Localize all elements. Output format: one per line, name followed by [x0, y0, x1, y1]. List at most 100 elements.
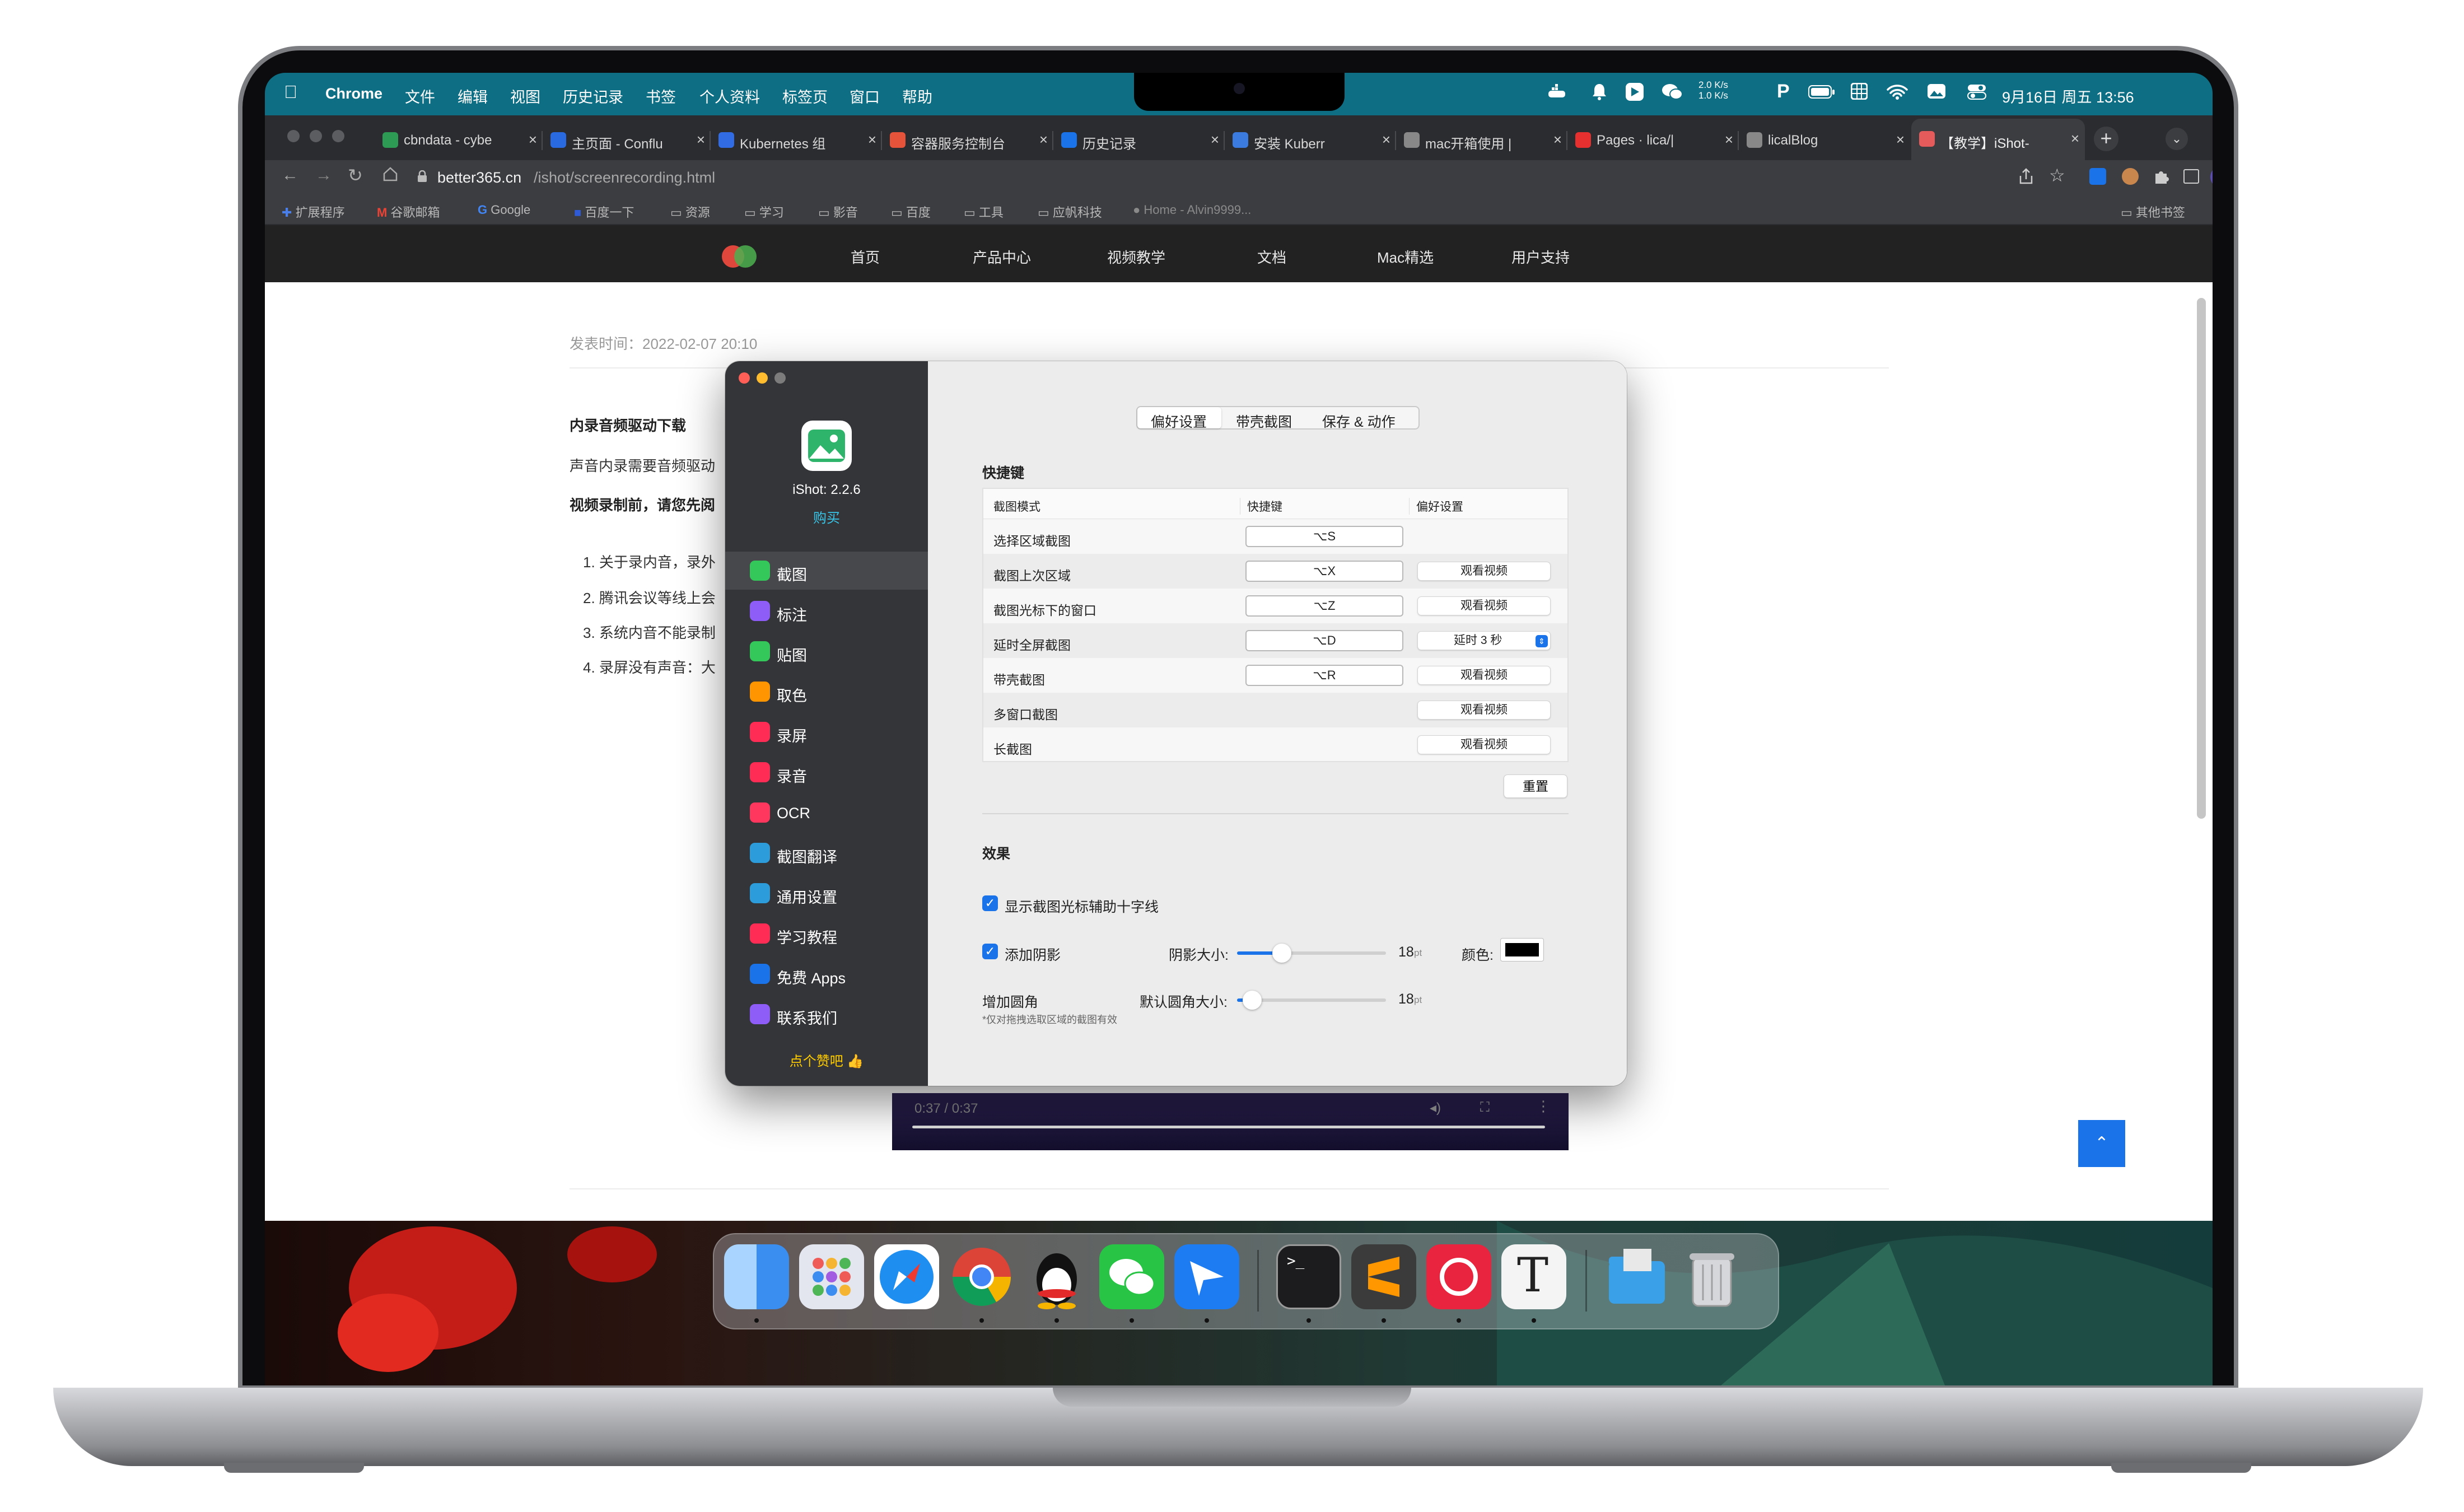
menu-history[interactable]: 历史记录	[563, 85, 623, 107]
sidebar-item-tutorials[interactable]: 学习教程	[750, 918, 918, 949]
wechat-icon[interactable]	[1662, 83, 1683, 105]
bookmark-google[interactable]: G Google	[478, 203, 530, 217]
sidebar-item-annotate[interactable]: 标注	[750, 595, 918, 627]
menu-profile[interactable]: 个人资料	[699, 85, 760, 107]
sidebar-item-color-picker[interactable]: 取色	[750, 676, 918, 707]
netease-music-icon[interactable]	[1426, 1244, 1491, 1309]
tab[interactable]: 主页面 - Conflu ×	[543, 123, 711, 157]
tab-close-icon[interactable]: ×	[697, 131, 705, 148]
app-menu[interactable]: Chrome	[325, 85, 382, 102]
watch-video-button[interactable]: 观看视频	[1417, 666, 1551, 685]
tab-search-chevron-down-icon[interactable]: ⌄	[2166, 128, 2188, 150]
menu-window[interactable]: 窗口	[850, 85, 880, 107]
tab[interactable]: 安装 Kuberr ×	[1225, 123, 1396, 157]
extension-icon[interactable]	[2122, 168, 2139, 185]
zoom-button[interactable]	[774, 372, 786, 384]
shortcut-field[interactable]: ⌥Z	[1245, 595, 1403, 617]
shortcut-field[interactable]: ⌥D	[1245, 630, 1403, 651]
slider-knob[interactable]	[1272, 944, 1291, 963]
p-app-icon[interactable]: P	[1777, 81, 1790, 102]
window-minimize-button[interactable]	[310, 130, 322, 142]
shadow-size-slider[interactable]	[1237, 944, 1386, 963]
nav-products[interactable]: 产品中心	[973, 246, 1031, 267]
safari-icon[interactable]	[874, 1244, 939, 1309]
tab[interactable]: mac开箱使用 | ×	[1396, 123, 1567, 157]
nav-docs[interactable]: 文档	[1257, 246, 1286, 267]
other-bookmarks[interactable]: ▭ 其他书签	[2121, 203, 2185, 221]
wechat-dock-icon[interactable]	[1099, 1244, 1164, 1309]
profile-avatar[interactable]: xl	[2210, 166, 2213, 188]
feishu-icon[interactable]	[1174, 1244, 1239, 1309]
window-zoom-button[interactable]	[332, 130, 344, 142]
watch-video-button[interactable]: 观看视频	[1417, 596, 1551, 615]
reload-icon[interactable]: ↻	[348, 165, 363, 186]
delay-select[interactable]: 延时 3 秒 ⇕	[1417, 631, 1551, 650]
back-icon[interactable]: ←	[282, 166, 298, 185]
sidebar-item-general-settings[interactable]: 通用设置	[750, 878, 918, 909]
menu-help[interactable]: 帮助	[902, 85, 932, 107]
round-size-slider[interactable]	[1237, 991, 1386, 1010]
sidebar-item-free-apps[interactable]: 免费 Apps	[750, 958, 918, 990]
nav-mac-picks[interactable]: Mac精选	[1377, 246, 1434, 267]
tab-close-icon[interactable]: ×	[1725, 131, 1733, 148]
bell-icon[interactable]	[1592, 83, 1607, 105]
translate-extension-icon[interactable]	[2089, 168, 2106, 185]
tab-active[interactable]: 【教学】iShot- ×	[1911, 119, 2085, 160]
launchpad-icon[interactable]	[799, 1244, 864, 1309]
tab[interactable]: Pages · lica/| ×	[1567, 123, 1739, 157]
close-button[interactable]	[739, 372, 750, 384]
slider-knob[interactable]	[1243, 991, 1262, 1010]
shadow-checkbox[interactable]: ✓	[982, 944, 998, 959]
sidebar-item-ocr[interactable]: OCR	[750, 797, 918, 828]
menu-file[interactable]: 文件	[405, 85, 435, 107]
bookmark-star-icon[interactable]: ☆	[2049, 165, 2065, 186]
page-scrollbar[interactable]	[2197, 298, 2206, 819]
chrome-icon[interactable]	[949, 1244, 1014, 1309]
buy-link[interactable]: 购买	[725, 507, 928, 526]
like-link[interactable]: 点个赞吧 👍	[725, 1050, 928, 1070]
bookmark-folder-media[interactable]: ▭ 影音	[818, 203, 858, 221]
grid-icon[interactable]	[1850, 82, 1868, 104]
bookmark-home[interactable]: ● Home - Alvin9999...	[1133, 203, 1251, 217]
sidebar-item-pin[interactable]: 贴图	[750, 636, 918, 667]
bookmark-folder-resources[interactable]: ▭ 资源	[670, 203, 710, 221]
clock[interactable]: 9月16日 周五 13:56	[2002, 85, 2134, 107]
tab[interactable]: 容器服务控制台 ×	[882, 123, 1053, 157]
tab[interactable]: 历史记录 ×	[1053, 123, 1225, 157]
bookmark-extensions[interactable]: ✚ 扩展程序	[282, 203, 345, 221]
tab-close-icon[interactable]: ×	[1553, 131, 1562, 148]
sidebar-item-audio-record[interactable]: 录音	[750, 757, 918, 788]
terminal-icon[interactable]: >_	[1276, 1244, 1341, 1309]
bookmark-gmail[interactable]: M 谷歌邮箱	[377, 203, 440, 221]
tab-close-icon[interactable]: ×	[1382, 131, 1390, 148]
trash-icon[interactable]	[1679, 1244, 1744, 1309]
sidebar-item-contact[interactable]: 联系我们	[750, 998, 918, 1030]
home-icon[interactable]	[382, 166, 398, 184]
screenshot-app-icon[interactable]	[1927, 83, 1946, 104]
menu-view[interactable]: 视图	[510, 85, 540, 107]
tab-preferences[interactable]: 偏好设置	[1151, 411, 1207, 431]
bookmark-folder-yingfan[interactable]: ▭ 应帆科技	[1038, 203, 1102, 221]
qq-icon[interactable]	[1024, 1244, 1089, 1309]
tab-close-icon[interactable]: ×	[868, 131, 876, 148]
watch-video-button[interactable]: 观看视频	[1417, 701, 1551, 720]
reset-button[interactable]: 重置	[1504, 774, 1567, 798]
video-more-icon[interactable]: ⋮	[1536, 1098, 1551, 1115]
sidebar-toggle-icon[interactable]	[2183, 169, 2199, 184]
lock-icon[interactable]	[417, 170, 427, 185]
sidebar-item-screenshot[interactable]: 截图	[750, 555, 918, 586]
battery-icon[interactable]	[1808, 85, 1835, 104]
watch-video-button[interactable]: 观看视频	[1417, 735, 1551, 754]
tab-save-actions[interactable]: 保存 & 动作	[1322, 411, 1396, 431]
sidebar-item-screen-record[interactable]: 录屏	[750, 716, 918, 748]
downloads-folder-icon[interactable]	[1604, 1244, 1669, 1309]
menu-edit[interactable]: 编辑	[458, 85, 488, 107]
tab[interactable]: licalBlog ×	[1739, 123, 1910, 157]
tab-close-icon[interactable]: ×	[2071, 130, 2079, 147]
video-player[interactable]: 0:37 / 0:37 ◂) ⛶ ⋮	[892, 1093, 1569, 1150]
wifi-icon[interactable]	[1887, 84, 1908, 104]
sublime-text-icon[interactable]	[1351, 1244, 1416, 1309]
tab[interactable]: Kubernetes 组 ×	[711, 123, 882, 157]
menu-bookmarks[interactable]: 书签	[646, 85, 676, 107]
apple-icon[interactable]: 	[284, 82, 297, 102]
